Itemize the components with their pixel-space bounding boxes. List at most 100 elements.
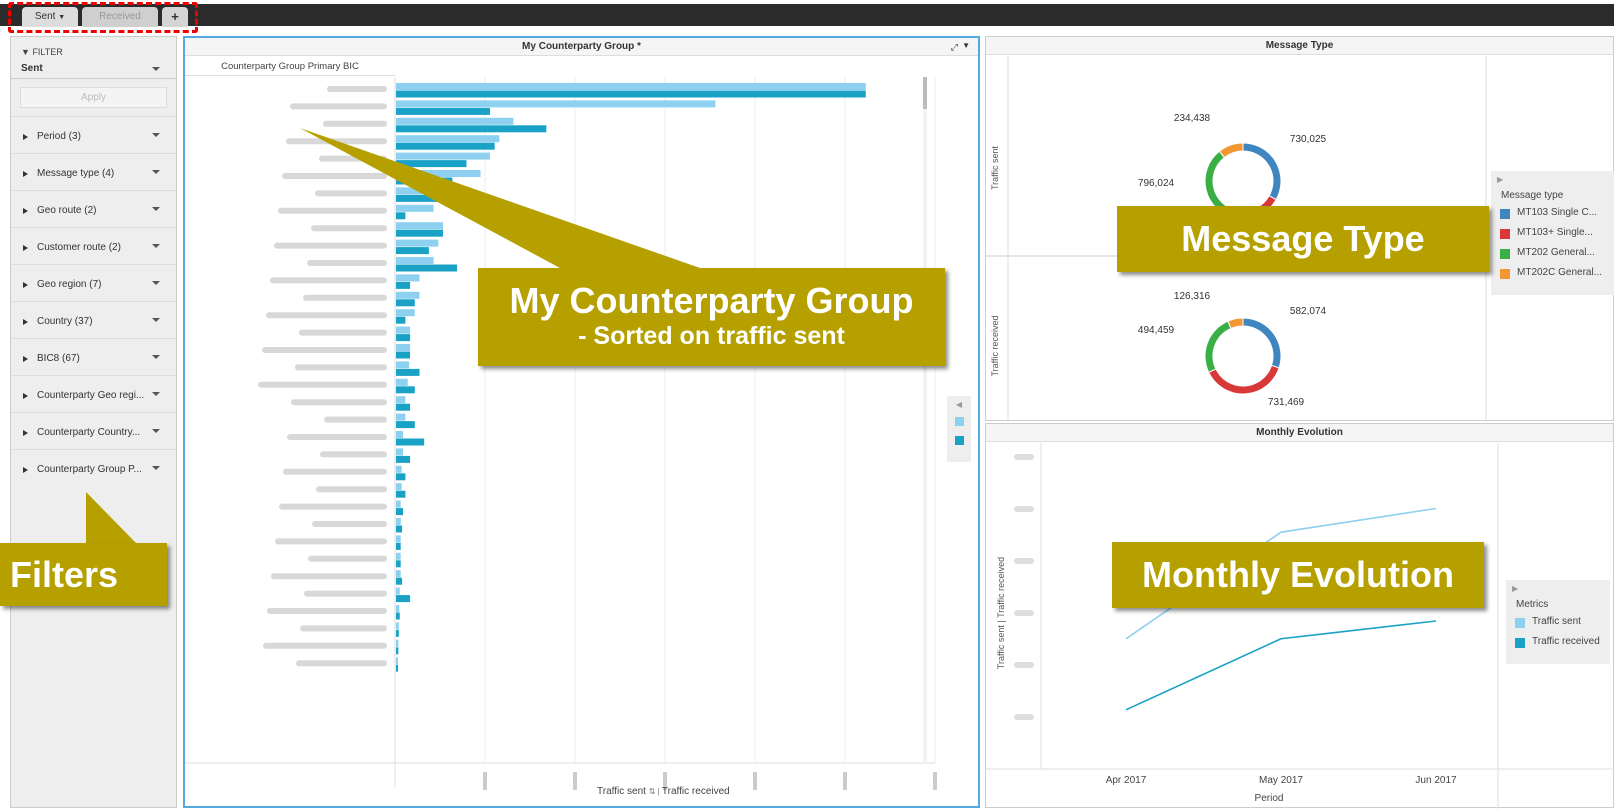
filter-scope-select[interactable]: Sent [11, 59, 176, 79]
chevron-down-icon[interactable] [152, 170, 160, 174]
expand-triangle-icon[interactable] [23, 134, 28, 140]
blurred-category-label [258, 381, 387, 388]
bar-received [396, 125, 547, 133]
chevron-down-icon[interactable] [152, 392, 160, 396]
bar-received [396, 264, 458, 272]
donut-slice [1208, 364, 1280, 395]
bar-received [396, 612, 400, 620]
blurred-category-label [286, 138, 387, 145]
legend-footer: Traffic sent ⇅ | Traffic received [597, 786, 730, 797]
bar-sent [396, 483, 402, 491]
x-tick-label: May 2017 [1259, 775, 1303, 786]
expand-triangle-icon[interactable] [23, 467, 28, 473]
chevron-down-icon[interactable] [152, 355, 160, 359]
blurred-category-label [270, 277, 387, 284]
filter-item[interactable]: Customer route (2) [11, 227, 176, 264]
blurred-category-label [320, 451, 387, 458]
expand-triangle-icon[interactable] [23, 319, 28, 325]
legend-sent[interactable]: Traffic sent [597, 786, 646, 797]
filter-item[interactable]: Message type (4) [11, 153, 176, 190]
scrollbar-thumb [923, 77, 927, 109]
metrics-legend: ▶ Metrics Traffic sent Traffic received [1506, 580, 1610, 664]
bar-received [396, 368, 420, 376]
legend-item-received[interactable]: Traffic received [1506, 632, 1610, 652]
filter-item[interactable]: BIC8 (67) [11, 338, 176, 375]
blurred-category-label [271, 573, 387, 580]
chevron-down-icon[interactable] [152, 207, 160, 211]
legend-toggle-icon[interactable]: ▶ [1491, 171, 1614, 184]
filter-item[interactable]: Period (3) [11, 116, 176, 153]
legend-received[interactable]: Traffic received [662, 786, 730, 797]
legend-item[interactable]: MT103 Single C... [1491, 203, 1614, 223]
expand-triangle-icon[interactable] [23, 393, 28, 399]
legend-swatch-sent[interactable] [954, 417, 964, 426]
counterparty-panel: My Counterparty Group * ⤢ ▼ Counterparty… [183, 36, 980, 808]
filter-item[interactable]: Geo route (2) [11, 190, 176, 227]
filter-item[interactable]: Country (37) [11, 301, 176, 338]
filter-item-label: Counterparty Group P... [37, 464, 142, 475]
bar-received [396, 90, 866, 98]
bar-sent [396, 639, 399, 647]
bar-received [396, 525, 403, 533]
bar-sent [396, 465, 402, 473]
counterparty-callout-line2: - Sorted on traffic sent [578, 322, 845, 350]
y-axis-label: Traffic sent | Traffic received [996, 557, 1006, 669]
chevron-down-icon[interactable] [152, 429, 160, 433]
message-type-legend: ▶ Message type MT103 Single C... MT103+ S… [1491, 171, 1614, 295]
counterparty-callout: My Counterparty Group - Sorted on traffi… [478, 268, 945, 366]
bar-received [396, 664, 398, 672]
sort-icon[interactable]: ⇅ | [649, 787, 662, 796]
expand-triangle-icon[interactable] [23, 245, 28, 251]
expand-triangle-icon[interactable] [23, 430, 28, 436]
chevron-down-icon[interactable] [152, 281, 160, 285]
bar-received [396, 299, 415, 307]
bar-received [396, 142, 495, 150]
chevron-down-icon[interactable] [152, 466, 160, 470]
blurred-category-label [315, 190, 387, 197]
bar-received [396, 281, 411, 289]
expand-triangle-icon[interactable] [23, 208, 28, 214]
filter-item[interactable]: Counterparty Group P... [11, 449, 176, 486]
filter-item-label: BIC8 (67) [37, 353, 80, 364]
blurred-tick-label [573, 772, 577, 790]
legend-swatch-received[interactable] [954, 436, 964, 445]
bar-sent [396, 170, 481, 177]
expand-triangle-icon[interactable] [23, 171, 28, 177]
blurred-category-label [266, 312, 387, 319]
slice-label: 730,025 [1290, 134, 1327, 145]
expand-icon[interactable]: ⤢ [951, 42, 958, 53]
bar-sent [396, 204, 434, 212]
scrollbar-track [923, 77, 927, 763]
filter-item[interactable]: Counterparty Geo regi... [11, 375, 176, 412]
legend-label: MT103+ Single... [1517, 227, 1593, 238]
apply-button[interactable]: Apply [20, 87, 167, 108]
bar-sent [396, 291, 420, 299]
row-label: Traffic received [990, 315, 1000, 376]
blurred-category-label [316, 486, 387, 493]
legend-toggle-icon[interactable]: ▶ [1506, 580, 1610, 593]
panel-menu-icon[interactable]: ▼ [962, 41, 970, 50]
bar-received [396, 490, 406, 498]
bar-sent [396, 152, 490, 160]
bar-sent [396, 622, 399, 630]
filter-item[interactable]: Counterparty Country... [11, 412, 176, 449]
chevron-down-icon[interactable] [152, 318, 160, 322]
expand-triangle-icon[interactable] [23, 356, 28, 362]
legend-label: MT202 General... [1517, 247, 1595, 258]
legend-item[interactable]: MT202 General... [1491, 243, 1614, 263]
chevron-down-icon[interactable] [152, 244, 160, 248]
legend-item[interactable]: MT103+ Single... [1491, 223, 1614, 243]
bar-sent [396, 344, 411, 351]
bar-received [396, 455, 411, 463]
filter-item[interactable]: Geo region (7) [11, 264, 176, 301]
legend-item-sent[interactable]: Traffic sent [1506, 612, 1610, 632]
bar-sent [396, 117, 514, 125]
bar-received [396, 351, 411, 359]
expand-triangle-icon[interactable] [23, 282, 28, 288]
legend-item[interactable]: MT202C General... [1491, 263, 1614, 283]
collapse-icon[interactable]: ◀ [947, 400, 971, 409]
blurred-category-label [278, 207, 387, 214]
row-label: Traffic sent [990, 145, 1000, 190]
blurred-tick-label [483, 772, 487, 790]
chevron-down-icon[interactable] [152, 133, 160, 137]
